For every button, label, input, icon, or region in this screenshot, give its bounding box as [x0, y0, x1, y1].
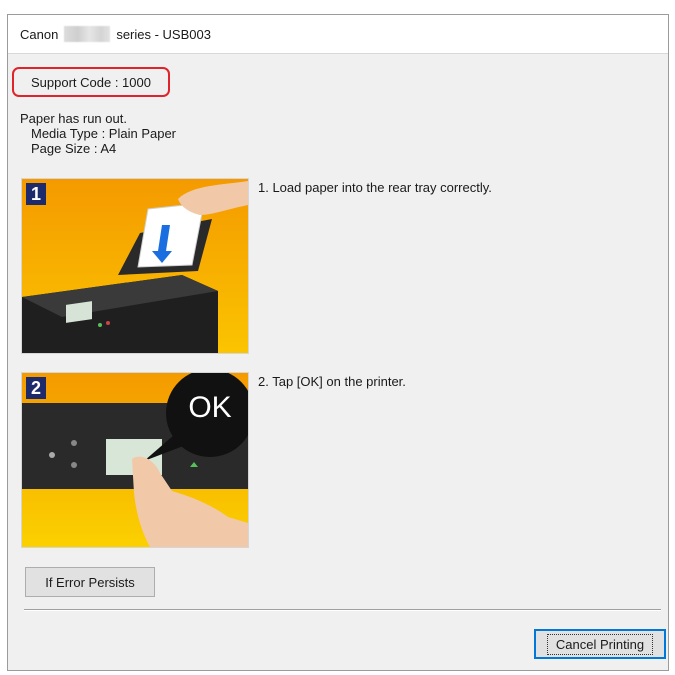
title-prefix: Canon — [20, 26, 59, 42]
title-suffix: series - USB003 — [116, 26, 211, 42]
redacted-model-name — [64, 26, 111, 42]
step-1-text: 1. Load paper into the rear tray correct… — [258, 180, 492, 195]
cancel-printing-button[interactable]: Cancel Printing — [534, 629, 666, 659]
step-2-badge: 2 — [30, 378, 41, 398]
ok-speech-bubble: OK — [188, 391, 232, 424]
step-1-illustration: 1 — [21, 178, 249, 354]
step-2-text: 2. Tap [OK] on the printer. — [258, 374, 406, 389]
error-dialog: Canon series - USB003 Support Code : 100… — [7, 14, 669, 671]
error-message-line: Paper has run out. — [20, 111, 127, 126]
error-message: Paper has run out. Media Type : Plain Pa… — [20, 111, 176, 156]
support-code: Support Code : 1000 — [12, 67, 170, 97]
step-1-badge: 1 — [30, 184, 41, 204]
page-size: Page Size : A4 — [31, 141, 117, 156]
if-error-persists-button[interactable]: If Error Persists — [25, 567, 155, 597]
title-bar: Canon series - USB003 — [8, 15, 668, 54]
divider — [24, 609, 661, 611]
cancel-printing-label: Cancel Printing — [546, 633, 654, 655]
load-paper-image — [22, 179, 248, 353]
step-2-illustration: 2 OK — [21, 372, 249, 548]
media-type: Media Type : Plain Paper — [31, 126, 177, 141]
